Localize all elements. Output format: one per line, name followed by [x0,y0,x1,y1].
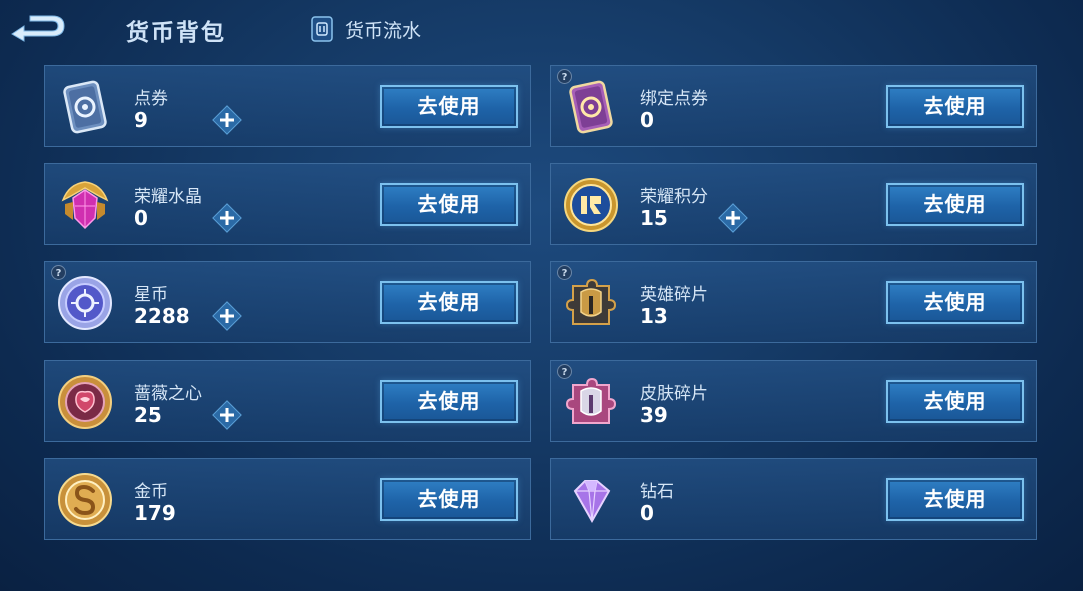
use-diamond-button[interactable]: 去使用 [886,478,1024,521]
diamond-icon [559,469,623,531]
currency-card-hero-fragment: ? 英雄碎片 13 去使用 [550,261,1037,343]
add-rose-heart-button[interactable] [212,400,242,430]
hero-fragment-icon [559,272,623,334]
currency-name: 荣耀水晶 [134,187,202,207]
currency-amount: 179 [134,501,176,525]
plus-icon [212,203,242,233]
use-skin-fragment-button[interactable]: 去使用 [886,380,1024,423]
use-star-coin-button[interactable]: 去使用 [380,281,518,324]
use-rose-heart-button[interactable]: 去使用 [380,380,518,423]
currency-card-star-coin: ? 星币 2288 去使用 [44,261,531,343]
currency-card-glory-crystal: 荣耀水晶 0 去使用 [44,163,531,245]
currency-name: 点券 [134,89,168,109]
currency-amount: 0 [640,501,654,525]
currency-name: 绑定点券 [640,89,708,109]
currency-card-skin-fragment: ? 皮肤碎片 39 去使用 [550,360,1037,442]
page-title: 货币背包 [126,20,226,46]
currency-name: 蔷薇之心 [134,384,202,404]
currency-card-diamond: 钻石 0 去使用 [550,458,1037,540]
glory-points-icon [559,174,623,236]
back-button[interactable] [8,12,66,46]
currency-name: 钻石 [640,482,674,502]
currency-amount: 0 [134,206,148,230]
plus-icon [212,400,242,430]
currency-name: 金币 [134,482,168,502]
currency-amount: 13 [640,304,668,328]
use-gold-coin-button[interactable]: 去使用 [380,478,518,521]
add-coupon-button[interactable] [212,105,242,135]
currency-card-coupon: 点券 9 去使用 [44,65,531,147]
add-glory-points-button[interactable] [718,203,748,233]
use-coupon-button[interactable]: 去使用 [380,85,518,128]
currency-amount: 39 [640,403,668,427]
skin-fragment-icon [559,371,623,433]
currency-card-glory-points: 荣耀积分 15 去使用 [550,163,1037,245]
currency-card-rose-heart: 蔷薇之心 25 去使用 [44,360,531,442]
currency-card-bound-coupon: ? 绑定点券 0 去使用 [550,65,1037,147]
add-star-coin-button[interactable] [212,301,242,331]
currency-amount: 15 [640,206,668,230]
coupon-icon [53,76,117,138]
currency-card-gold-coin: 金币 179 去使用 [44,458,531,540]
back-arrow-icon [11,15,65,42]
currency-amount: 2288 [134,304,190,328]
bound-coupon-icon [559,76,623,138]
currency-amount: 9 [134,108,148,132]
currency-amount: 25 [134,403,162,427]
use-glory-crystal-button[interactable]: 去使用 [380,183,518,226]
add-glory-crystal-button[interactable] [212,203,242,233]
currency-flow-link[interactable]: 货币流水 [311,14,421,44]
currency-name: 星币 [134,285,168,305]
plus-icon [718,203,748,233]
currency-flow-label: 货币流水 [345,19,422,42]
star-coin-icon [53,272,117,334]
use-glory-points-button[interactable]: 去使用 [886,183,1024,226]
currency-name: 英雄碎片 [640,285,708,305]
currency-name: 荣耀积分 [640,187,708,207]
use-bound-coupon-button[interactable]: 去使用 [886,85,1024,128]
gold-coin-icon [53,469,117,531]
currency-amount: 0 [640,108,654,132]
rose-heart-icon [53,371,117,433]
plus-icon [212,301,242,331]
top-bar: 货币背包 货币流水 [0,0,1083,58]
plus-icon [212,105,242,135]
glory-crystal-icon [53,174,117,236]
ledger-icon [311,16,333,42]
currency-name: 皮肤碎片 [640,384,708,404]
use-hero-fragment-button[interactable]: 去使用 [886,281,1024,324]
